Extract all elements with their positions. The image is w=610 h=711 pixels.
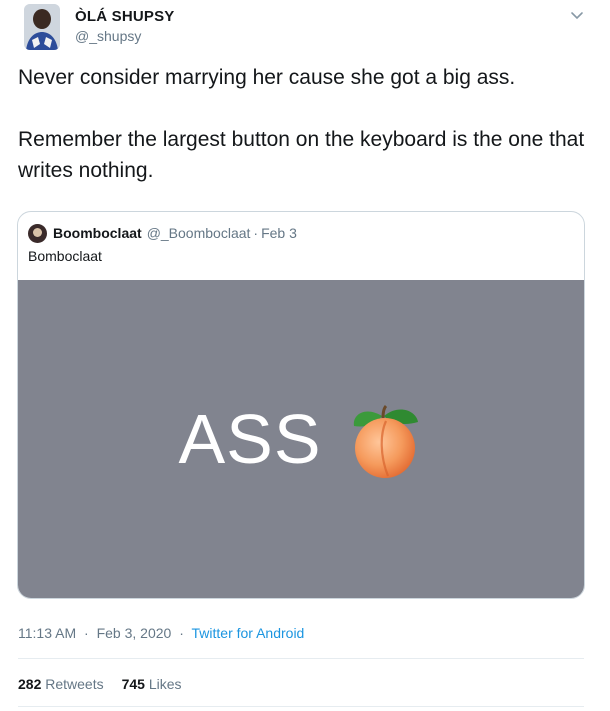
quoted-media-image[interactable]: ASS	[18, 280, 584, 598]
retweets-label: Retweets	[45, 676, 104, 692]
media-caption-text: ASS	[178, 400, 322, 478]
tweet-source-link[interactable]: Twitter for Android	[192, 625, 305, 641]
meta-separator: ·	[84, 625, 89, 641]
quoted-tweet-card[interactable]: Boomboclaat @_Boomboclaat · Feb 3 Bomboc…	[17, 211, 585, 599]
quoted-handle: @_Boomboclaat	[146, 225, 251, 241]
quoted-date: Feb 3	[261, 225, 297, 241]
divider	[18, 658, 584, 659]
likes-count: 745	[121, 676, 145, 692]
tweet-stats: 282 Retweets 745 Likes	[18, 676, 200, 692]
meta-separator: ·	[179, 625, 184, 641]
divider	[18, 706, 584, 707]
tweet-meta: 11:13 AM · Feb 3, 2020 · Twitter for And…	[18, 625, 304, 641]
tweet-time[interactable]: 11:13 AM	[18, 625, 76, 641]
author-avatar[interactable]	[24, 4, 60, 50]
quoted-text: Bomboclaat	[28, 248, 102, 264]
tweet-text: Never consider marrying her cause she go…	[18, 62, 588, 186]
tweet-paragraph: Remember the largest button on the keybo…	[18, 128, 585, 182]
quoted-display-name: Boomboclaat	[53, 225, 142, 241]
peach-emoji-icon	[346, 398, 424, 480]
retweets-count: 282	[18, 676, 42, 692]
likes-label: Likes	[148, 676, 182, 692]
tweet-paragraph: Never consider marrying her cause she go…	[18, 66, 516, 89]
chevron-down-icon[interactable]	[568, 6, 586, 24]
quoted-tweet-header: Boomboclaat @_Boomboclaat · Feb 3	[28, 222, 297, 244]
quoted-avatar	[28, 223, 47, 243]
quoted-separator: ·	[253, 225, 259, 241]
retweets-stat[interactable]: 282 Retweets	[18, 676, 104, 692]
tweet-date[interactable]: Feb 3, 2020	[97, 625, 172, 641]
author-handle[interactable]: @_shupsy	[75, 28, 141, 44]
likes-stat[interactable]: 745 Likes	[122, 676, 182, 692]
author-display-name[interactable]: ÒLÁ SHUPSY	[75, 8, 175, 25]
